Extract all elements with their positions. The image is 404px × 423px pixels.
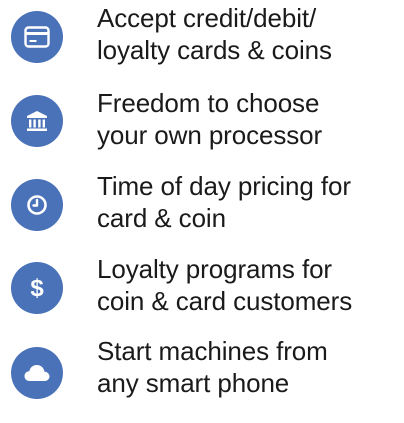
clock-icon (11, 179, 63, 231)
feature-text: Freedom to choose your own processor (97, 87, 402, 151)
feature-text: Time of day pricing for card & coin (97, 170, 402, 234)
feature-text: Start machines from any smart phone (97, 335, 402, 399)
feature-line: Accept credit/debit/ (97, 3, 317, 33)
feature-line: coin & card customers (97, 286, 353, 316)
feature-line: card & coin (97, 203, 226, 233)
feature-line: any smart phone (97, 368, 290, 398)
feature-line: Time of day pricing for (97, 171, 351, 201)
feature-text: Loyalty programs for coin & card custome… (97, 253, 402, 317)
svg-text:$: $ (30, 275, 44, 302)
feature-line: Start machines from (97, 336, 328, 366)
feature-line: Loyalty programs for (97, 254, 332, 284)
feature-line: loyalty cards & coins (97, 35, 332, 65)
credit-card-icon (11, 11, 63, 63)
bank-icon (11, 95, 63, 147)
cloud-icon (11, 347, 63, 399)
feature-list: Accept credit/debit/ loyalty cards & coi… (0, 0, 404, 423)
feature-line: Freedom to choose (97, 88, 320, 118)
dollar-icon: $ (11, 262, 63, 314)
feature-text: Accept credit/debit/ loyalty cards & coi… (97, 2, 402, 66)
feature-line: your own processor (97, 120, 323, 150)
